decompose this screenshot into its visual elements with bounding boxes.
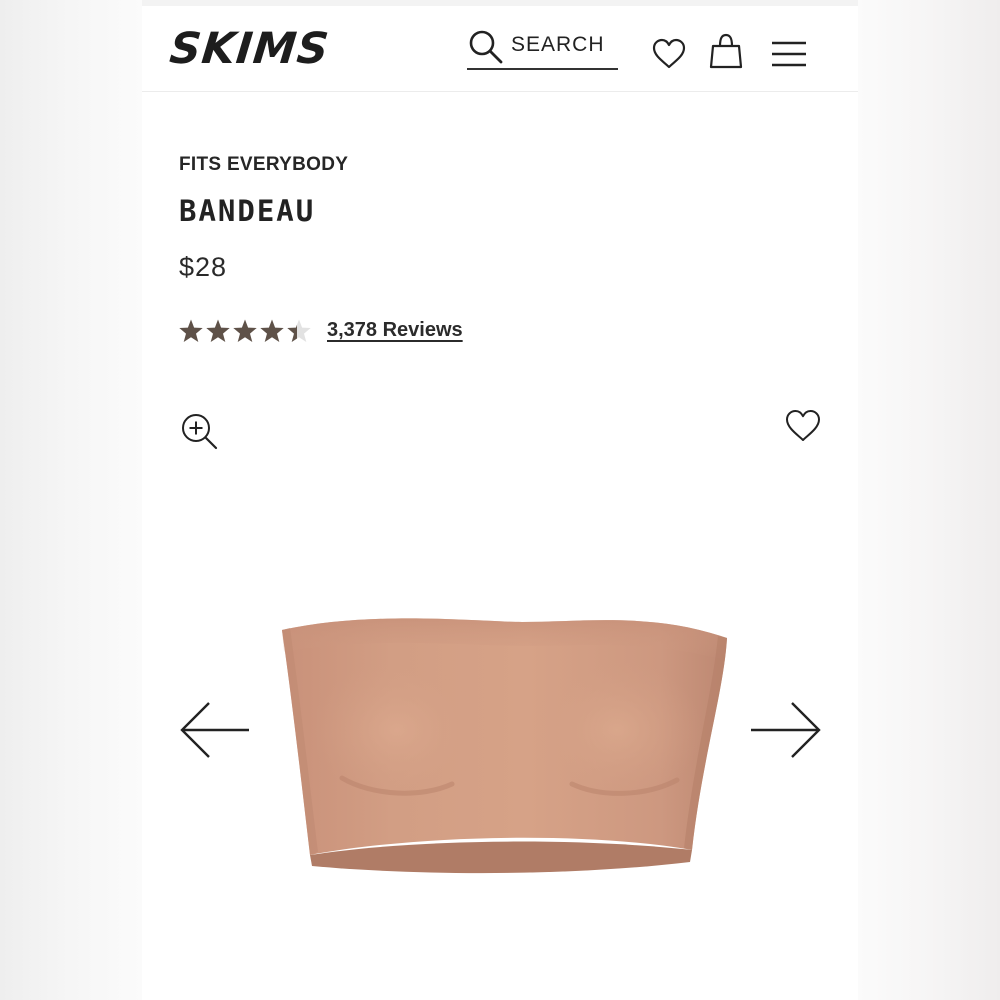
arrow-left-icon[interactable] (178, 700, 252, 760)
product-image[interactable] (272, 600, 732, 880)
product-price: $28 (179, 252, 228, 282)
search-bar[interactable]: SEARCH (467, 26, 618, 70)
star-icon (260, 319, 284, 342)
collection-label[interactable]: FITS EVERYBODY (179, 154, 348, 176)
header-bar: SKIMS SEARCH (142, 0, 858, 92)
star-icon (206, 319, 230, 342)
zoom-in-icon[interactable] (180, 412, 220, 452)
heart-icon[interactable] (652, 38, 686, 70)
favorite-heart-icon[interactable] (785, 409, 821, 443)
shopping-bag-icon[interactable] (709, 32, 743, 70)
star-icon (179, 319, 203, 342)
search-icon (469, 30, 503, 64)
arrow-right-icon[interactable] (749, 700, 823, 760)
phone-screen: SKIMS SEARCH FITS EVERYBODY BANDEAU $28 (142, 0, 858, 1000)
star-icon (233, 319, 257, 342)
search-label: SEARCH (511, 33, 605, 56)
half-star-icon (287, 319, 311, 342)
star-rating[interactable] (178, 316, 318, 346)
brand-logo[interactable]: SKIMS (167, 24, 331, 74)
product-title: BANDEAU (179, 194, 316, 228)
menu-icon[interactable] (770, 40, 808, 68)
reviews-link[interactable]: 3,378 Reviews (327, 319, 463, 342)
